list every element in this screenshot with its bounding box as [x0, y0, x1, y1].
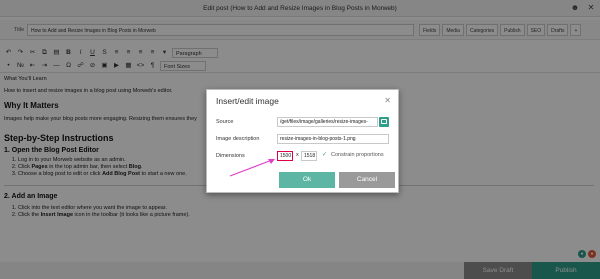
height-input[interactable]: 1518: [301, 151, 317, 161]
source-input[interactable]: /get/files/image/galleries/resize-images…: [277, 117, 378, 127]
description-input[interactable]: resize-images-in-blog-posts-1.png: [277, 134, 389, 144]
description-label: Image description: [216, 136, 260, 142]
dimension-separator: x: [296, 152, 299, 158]
cancel-button[interactable]: Cancel: [339, 172, 395, 188]
constrain-checkbox[interactable]: ✓: [322, 152, 328, 158]
constrain-label: Constrain proportions: [331, 152, 384, 158]
pointer-arrow-icon: [229, 159, 275, 177]
source-label: Source: [216, 119, 234, 125]
ok-button[interactable]: Ok: [279, 172, 335, 188]
browse-image-icon[interactable]: [379, 117, 389, 127]
width-input[interactable]: 1500: [277, 151, 293, 161]
dialog-title: Insert/edit image: [216, 96, 279, 106]
close-icon[interactable]: ✕: [384, 96, 391, 105]
